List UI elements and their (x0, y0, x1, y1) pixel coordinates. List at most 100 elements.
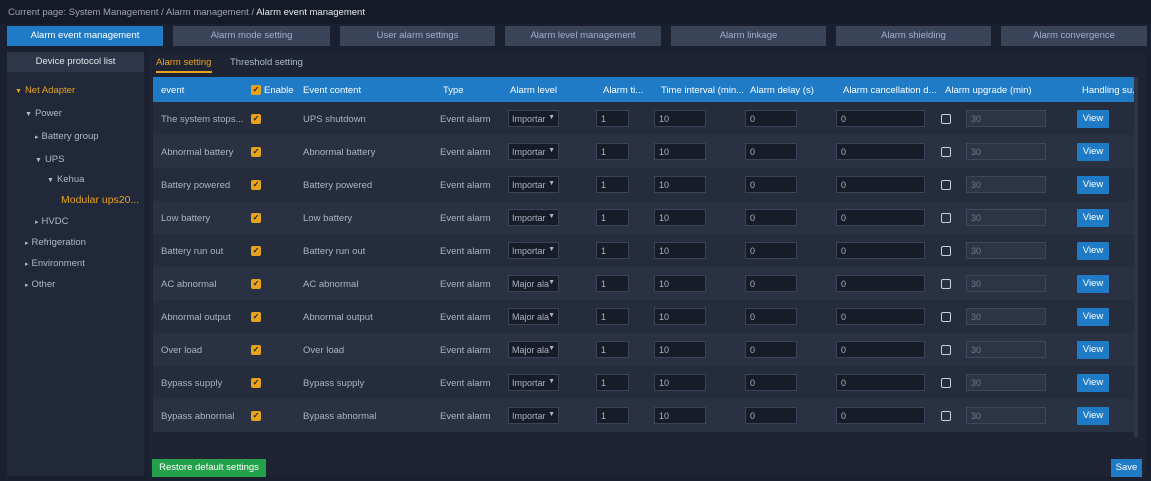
alarm-delay-input[interactable]: 0 (745, 308, 797, 325)
alarm-upgrade-input[interactable]: 30 (966, 110, 1046, 127)
alarm-delay-input[interactable]: 0 (745, 242, 797, 259)
alarm-delay-input[interactable]: 0 (745, 341, 797, 358)
view-button[interactable]: View (1077, 308, 1109, 326)
enable-checkbox[interactable]: ✓ (251, 312, 261, 322)
tab-alarm-level-management[interactable]: Alarm level management (505, 26, 661, 46)
time-interval-input[interactable]: 10 (654, 374, 706, 391)
view-button[interactable]: View (1077, 176, 1109, 194)
time-interval-input[interactable]: 10 (654, 407, 706, 424)
enable-checkbox[interactable]: ✓ (251, 279, 261, 289)
alarm-times-input[interactable]: 1 (596, 308, 629, 325)
header-time-interval[interactable]: Time interval (min... (661, 85, 744, 96)
alarm-upgrade-input[interactable]: 30 (966, 143, 1046, 160)
alarm-delay-input[interactable]: 0 (745, 110, 797, 127)
header-event-content[interactable]: Event content (303, 85, 361, 96)
alarm-delay-input[interactable]: 0 (745, 209, 797, 226)
alarm-delay-input[interactable]: 0 (745, 275, 797, 292)
alarm-level-select[interactable]: Importar ▼ (508, 407, 559, 424)
tree-item-ups[interactable]: ▼ UPS (35, 154, 64, 165)
alarm-level-select[interactable]: Importar ▼ (508, 143, 559, 160)
time-interval-input[interactable]: 10 (654, 308, 706, 325)
view-button[interactable]: View (1077, 143, 1109, 161)
alarm-upgrade-input[interactable]: 30 (966, 341, 1046, 358)
header-type[interactable]: Type (443, 85, 464, 96)
header-event[interactable]: event (161, 85, 184, 96)
enable-checkbox[interactable]: ✓ (251, 114, 261, 124)
alarm-cancellation-input[interactable]: 0 (836, 209, 925, 226)
alarm-upgrade-checkbox[interactable] (941, 213, 951, 223)
alarm-level-select[interactable]: Importar ▼ (508, 176, 559, 193)
tab-alarm-setting[interactable]: Alarm setting (156, 57, 211, 68)
tab-alarm-shielding[interactable]: Alarm shielding (836, 26, 991, 46)
alarm-times-input[interactable]: 1 (596, 407, 629, 424)
header-alarm-delay[interactable]: Alarm delay (s) (750, 85, 814, 96)
header-handling[interactable]: Handling su... (1082, 85, 1134, 96)
alarm-level-select[interactable]: Importar ▼ (508, 209, 559, 226)
enable-checkbox[interactable]: ✓ (251, 246, 261, 256)
alarm-delay-input[interactable]: 0 (745, 407, 797, 424)
alarm-times-input[interactable]: 1 (596, 143, 629, 160)
alarm-delay-input[interactable]: 0 (745, 143, 797, 160)
tab-alarm-linkage[interactable]: Alarm linkage (671, 26, 826, 46)
enable-checkbox[interactable]: ✓ (251, 147, 261, 157)
alarm-times-input[interactable]: 1 (596, 275, 629, 292)
alarm-level-select[interactable]: Importar ▼ (508, 242, 559, 259)
alarm-upgrade-checkbox[interactable] (941, 279, 951, 289)
alarm-times-input[interactable]: 1 (596, 110, 629, 127)
time-interval-input[interactable]: 10 (654, 176, 706, 193)
view-button[interactable]: View (1077, 275, 1109, 293)
alarm-upgrade-input[interactable]: 30 (966, 242, 1046, 259)
alarm-upgrade-input[interactable]: 30 (966, 308, 1046, 325)
alarm-cancellation-input[interactable]: 0 (836, 374, 925, 391)
tree-item-other[interactable]: ▸ Other (25, 279, 55, 290)
alarm-times-input[interactable]: 1 (596, 341, 629, 358)
alarm-upgrade-input[interactable]: 30 (966, 209, 1046, 226)
tab-alarm-convergence[interactable]: Alarm convergence (1001, 26, 1147, 46)
alarm-upgrade-checkbox[interactable] (941, 246, 951, 256)
time-interval-input[interactable]: 10 (654, 209, 706, 226)
alarm-delay-input[interactable]: 0 (745, 176, 797, 193)
header-alarm-upgrade[interactable]: Alarm upgrade (min) (945, 85, 1032, 96)
tree-item-hvdc[interactable]: ▸ HVDC (35, 216, 68, 227)
alarm-level-select[interactable]: Major ala ▼ (508, 341, 559, 358)
restore-default-button[interactable]: Restore default settings (152, 459, 266, 477)
save-button[interactable]: Save (1111, 459, 1142, 477)
alarm-upgrade-input[interactable]: 30 (966, 407, 1046, 424)
enable-checkbox[interactable]: ✓ (251, 378, 261, 388)
time-interval-input[interactable]: 10 (654, 275, 706, 292)
header-alarm-level[interactable]: Alarm level (510, 85, 557, 96)
alarm-upgrade-checkbox[interactable] (941, 180, 951, 190)
header-alarm-times[interactable]: Alarm ti... (603, 85, 643, 96)
view-button[interactable]: View (1077, 242, 1109, 260)
alarm-cancellation-input[interactable]: 0 (836, 407, 925, 424)
alarm-cancellation-input[interactable]: 0 (836, 110, 925, 127)
alarm-upgrade-checkbox[interactable] (941, 147, 951, 157)
tree-item-battery-group[interactable]: ▸ Battery group (35, 131, 99, 142)
alarm-times-input[interactable]: 1 (596, 242, 629, 259)
time-interval-input[interactable]: 10 (654, 110, 706, 127)
enable-checkbox[interactable]: ✓ (251, 411, 261, 421)
header-alarm-cancellation[interactable]: Alarm cancellation d... (843, 85, 936, 96)
alarm-upgrade-checkbox[interactable] (941, 312, 951, 322)
alarm-times-input[interactable]: 1 (596, 209, 629, 226)
tree-item-environment[interactable]: ▸ Environment (25, 258, 85, 269)
alarm-cancellation-input[interactable]: 0 (836, 242, 925, 259)
tree-item-kehua[interactable]: ▼ Kehua (47, 174, 84, 185)
enable-checkbox[interactable]: ✓ (251, 180, 261, 190)
alarm-cancellation-input[interactable]: 0 (836, 275, 925, 292)
alarm-cancellation-input[interactable]: 0 (836, 341, 925, 358)
tree-item-modular-ups[interactable]: Modular ups20... (61, 194, 139, 206)
alarm-upgrade-input[interactable]: 30 (966, 275, 1046, 292)
alarm-cancellation-input[interactable]: 0 (836, 308, 925, 325)
view-button[interactable]: View (1077, 341, 1109, 359)
time-interval-input[interactable]: 10 (654, 341, 706, 358)
enable-all-checkbox[interactable]: ✓ (251, 85, 261, 95)
tab-alarm-mode-setting[interactable]: Alarm mode setting (173, 26, 330, 46)
tab-threshold-setting[interactable]: Threshold setting (230, 57, 303, 68)
alarm-upgrade-input[interactable]: 30 (966, 374, 1046, 391)
time-interval-input[interactable]: 10 (654, 242, 706, 259)
tab-alarm-event-management[interactable]: Alarm event management (7, 26, 163, 46)
alarm-cancellation-input[interactable]: 0 (836, 176, 925, 193)
tree-item-net-adapter[interactable]: ▼ Net Adapter (15, 85, 75, 96)
alarm-upgrade-checkbox[interactable] (941, 114, 951, 124)
